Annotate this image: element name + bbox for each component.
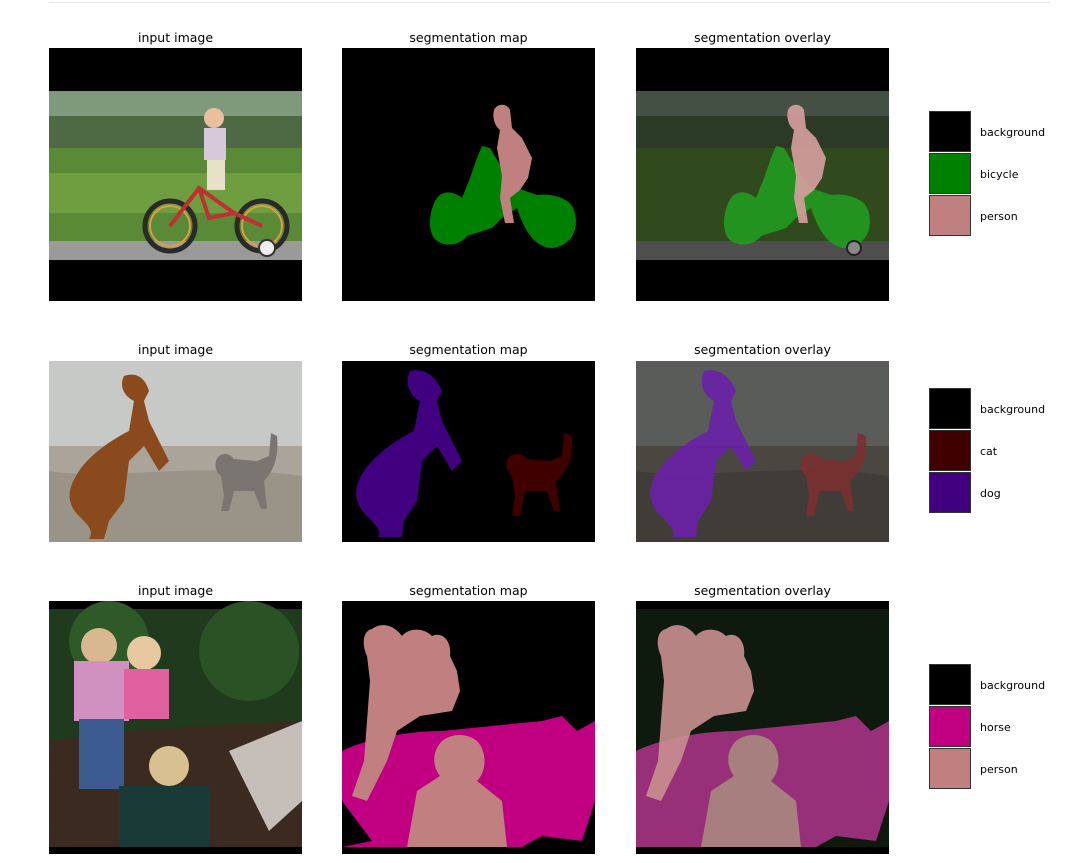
legend-label-dog: dog bbox=[980, 487, 1001, 500]
legend-label-background: background bbox=[980, 403, 1046, 416]
segmentation-overlay-dog-cat bbox=[636, 361, 889, 542]
top-divider bbox=[49, 2, 1051, 3]
legend-swatch-horse bbox=[929, 706, 971, 747]
legend-swatch-background bbox=[929, 664, 971, 705]
input-image-girls-horse bbox=[49, 601, 302, 854]
segmentation-map-dog-cat bbox=[342, 361, 595, 542]
legend-swatch-dog bbox=[929, 472, 971, 513]
legend-label-horse: horse bbox=[980, 721, 1011, 734]
segmentation-map-title: segmentation map bbox=[409, 583, 528, 598]
input-image-boy-bicycle bbox=[49, 48, 302, 301]
legend-label-person: person bbox=[980, 210, 1018, 223]
segmentation-map-title: segmentation map bbox=[409, 342, 528, 357]
legend-label-background: background bbox=[980, 679, 1046, 692]
legend-label-person: person bbox=[980, 763, 1018, 776]
input-image-title: input image bbox=[137, 342, 214, 357]
input-image-title: input image bbox=[137, 583, 214, 598]
segmentation-map-bicycle-person bbox=[342, 48, 595, 301]
segmentation-map-title: segmentation map bbox=[409, 30, 528, 45]
legend-label-bicycle: bicycle bbox=[980, 168, 1019, 181]
legend-label-background: background bbox=[980, 126, 1046, 139]
legend-swatch-background bbox=[929, 111, 971, 152]
segmentation-overlay-title: segmentation overlay bbox=[694, 30, 831, 45]
legend-label-cat: cat bbox=[980, 445, 998, 458]
legend-swatch-background bbox=[929, 388, 971, 429]
legend-swatch-person bbox=[929, 748, 971, 789]
input-image-title: input image bbox=[137, 30, 214, 45]
segmentation-map-horse-person bbox=[342, 601, 595, 854]
legend-swatch-cat bbox=[929, 430, 971, 471]
segmentation-overlay-bicycle-person bbox=[636, 48, 889, 301]
input-image-dog-cat bbox=[49, 361, 302, 542]
segmentation-overlay-horse-person bbox=[636, 601, 889, 854]
legend-swatch-bicycle bbox=[929, 153, 971, 194]
segmentation-overlay-title: segmentation overlay bbox=[694, 583, 831, 598]
legend-swatch-person bbox=[929, 195, 971, 236]
segmentation-overlay-title: segmentation overlay bbox=[694, 342, 831, 357]
